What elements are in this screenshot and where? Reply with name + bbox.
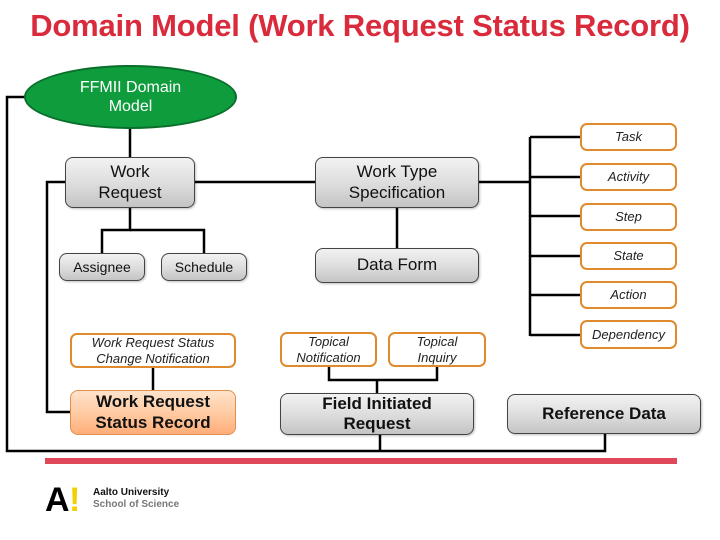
root-node-ffmii-domain-model[interactable]: FFMII Domain Model — [24, 65, 237, 129]
logo-exclamation-icon: ! — [69, 481, 81, 519]
accent-bar — [45, 458, 677, 464]
logo-letter-a: A — [45, 481, 70, 519]
logo-university: Aalto University — [93, 487, 170, 498]
node-state[interactable]: State — [580, 242, 677, 270]
connector-topical — [327, 367, 439, 382]
aalto-logo: A ! Aalto University School of Science — [45, 481, 195, 519]
node-topical-inquiry[interactable]: Topical Inquiry — [388, 332, 486, 367]
node-schedule[interactable]: Schedule — [161, 253, 247, 281]
node-assignee[interactable]: Assignee — [59, 253, 145, 281]
node-dependency[interactable]: Dependency — [580, 320, 677, 349]
node-step[interactable]: Step — [580, 203, 677, 231]
node-task[interactable]: Task — [580, 123, 677, 151]
connector-work-request-record — [45, 180, 70, 414]
node-work-request[interactable]: Work Request — [65, 157, 195, 208]
node-activity[interactable]: Activity — [580, 163, 677, 191]
node-topical-notification[interactable]: Topical Notification — [280, 332, 377, 367]
node-work-type-specification[interactable]: Work Type Specification — [315, 157, 479, 208]
connector-work-request-children — [100, 208, 132, 253]
node-data-form[interactable]: Data Form — [315, 248, 479, 283]
node-status-change-notification[interactable]: Work Request Status Change Notification — [70, 333, 236, 368]
logo-school: School of Science — [93, 499, 180, 510]
node-work-request-status-record[interactable]: Work Request Status Record — [70, 390, 236, 435]
node-reference-data[interactable]: Reference Data — [507, 394, 701, 434]
node-action[interactable]: Action — [580, 281, 677, 309]
node-field-initiated-request[interactable]: Field Initiated Request — [280, 393, 474, 435]
